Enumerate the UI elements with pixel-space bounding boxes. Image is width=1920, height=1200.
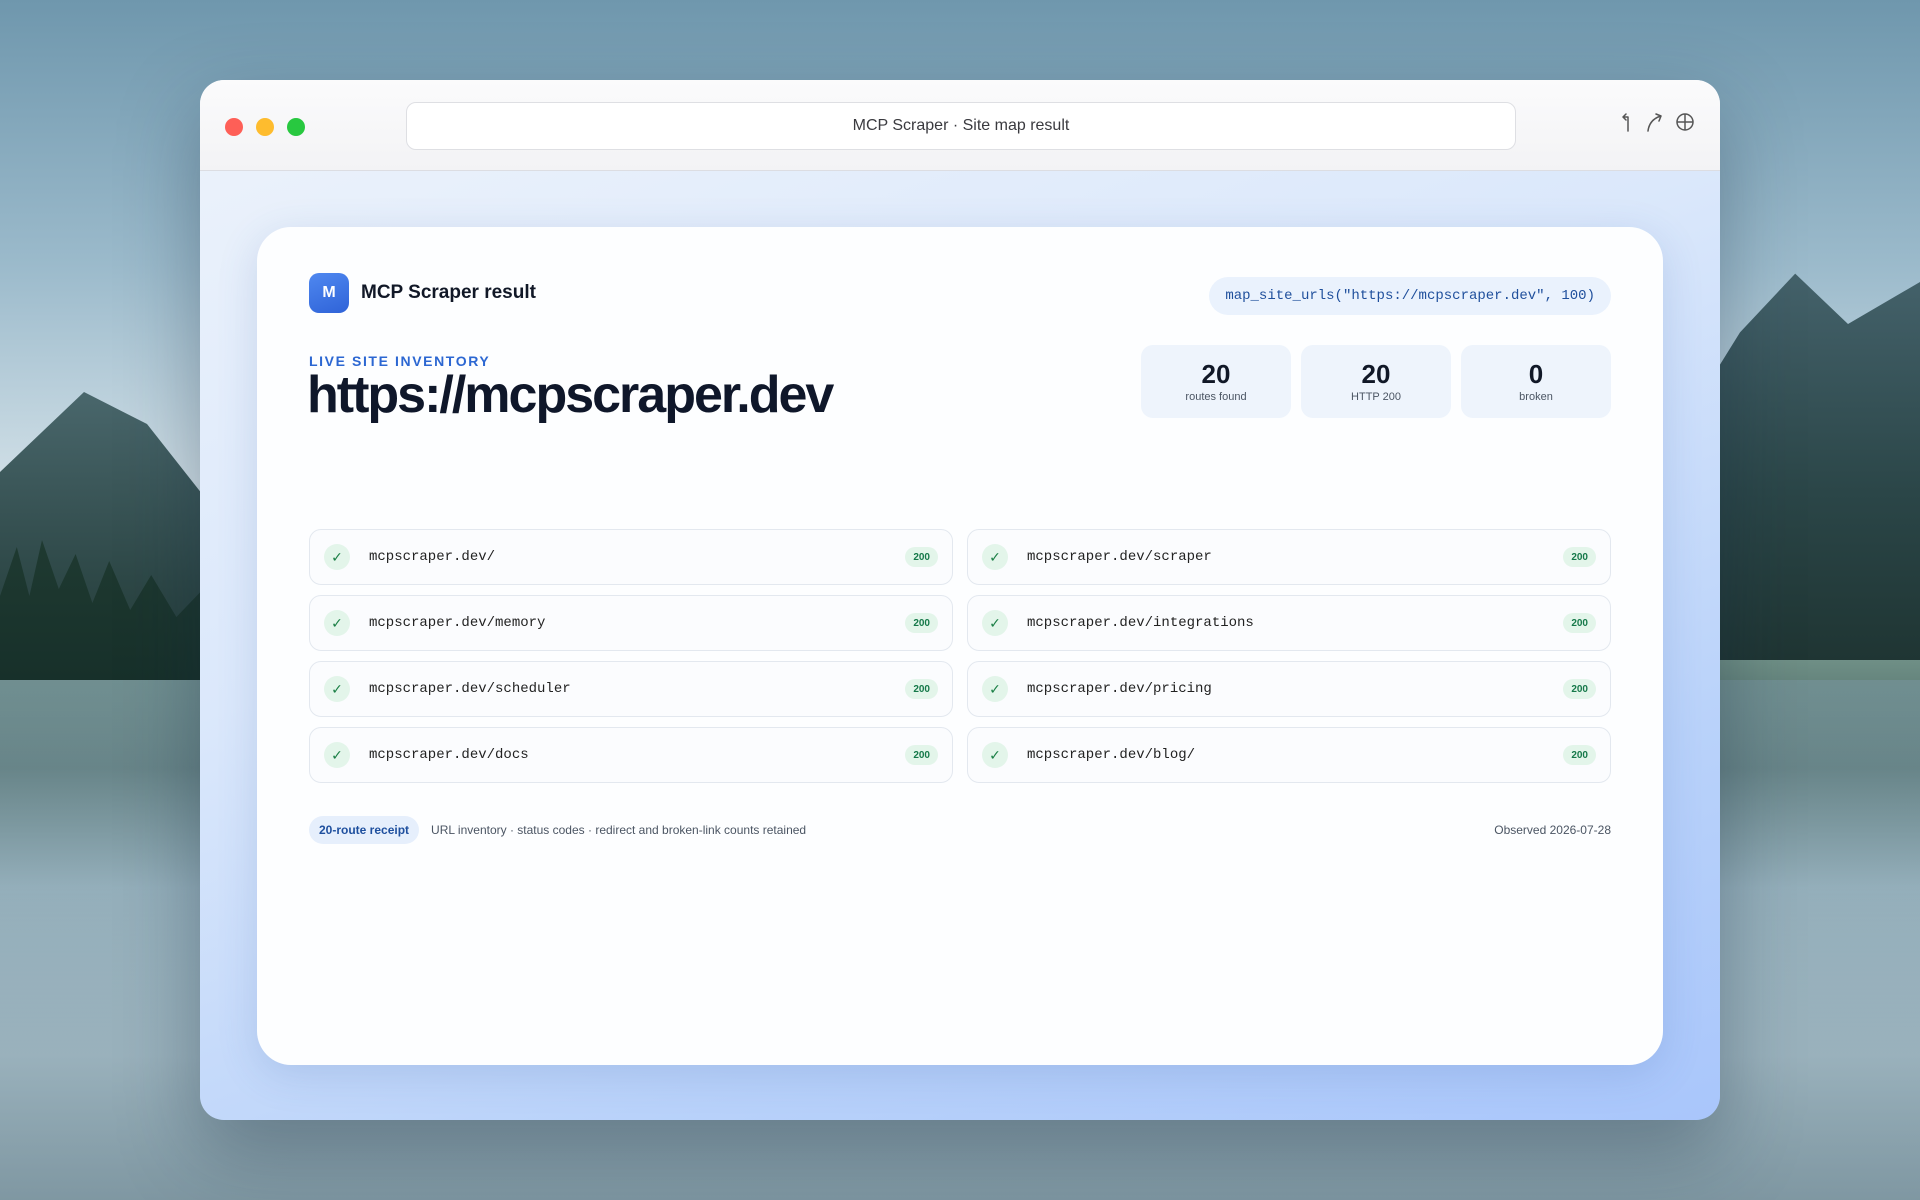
status-badge: 200 bbox=[1563, 745, 1596, 765]
route-url: mcpscraper.dev/blog/ bbox=[1027, 747, 1196, 763]
route-list: ✓ mcpscraper.dev/ 200 ✓ mcpscraper.dev/s… bbox=[309, 529, 1611, 783]
check-icon: ✓ bbox=[982, 676, 1008, 702]
toolbar-icons bbox=[1614, 110, 1696, 134]
browser-window: MCP Scraper · Site map result M MCP Scra… bbox=[200, 80, 1720, 1120]
globe-icon[interactable] bbox=[1674, 110, 1696, 134]
stat-routes-found: 20 routes found bbox=[1141, 345, 1291, 418]
route-row[interactable]: ✓ mcpscraper.dev/integrations 200 bbox=[967, 595, 1611, 651]
stat-value: 20 bbox=[1361, 359, 1391, 389]
status-badge: 200 bbox=[905, 745, 938, 765]
status-badge: 200 bbox=[905, 613, 938, 633]
site-url-title: https://mcpscraper.dev bbox=[307, 366, 834, 424]
stat-broken: 0 broken bbox=[1461, 345, 1611, 418]
observed-date: Observed 2026-07-28 bbox=[1494, 823, 1611, 837]
stat-http-200: 20 HTTP 200 bbox=[1301, 345, 1451, 418]
route-row[interactable]: ✓ mcpscraper.dev/blog/ 200 bbox=[967, 727, 1611, 783]
route-url: mcpscraper.dev/ bbox=[369, 549, 496, 565]
route-row[interactable]: ✓ mcpscraper.dev/scraper 200 bbox=[967, 529, 1611, 585]
check-icon: ✓ bbox=[324, 610, 350, 636]
route-row[interactable]: ✓ mcpscraper.dev/docs 200 bbox=[309, 727, 953, 783]
address-bar[interactable]: MCP Scraper · Site map result bbox=[406, 102, 1516, 150]
zoom-window-button[interactable] bbox=[287, 118, 305, 136]
app-logo: M bbox=[309, 273, 349, 313]
route-url: mcpscraper.dev/scheduler bbox=[369, 681, 571, 697]
route-url: mcpscraper.dev/docs bbox=[369, 747, 529, 763]
stat-label: HTTP 200 bbox=[1351, 391, 1401, 403]
close-window-button[interactable] bbox=[225, 118, 243, 136]
check-icon: ✓ bbox=[982, 544, 1008, 570]
route-row[interactable]: ✓ mcpscraper.dev/memory 200 bbox=[309, 595, 953, 651]
route-row[interactable]: ✓ mcpscraper.dev/scheduler 200 bbox=[309, 661, 953, 717]
title-bar: MCP Scraper · Site map result bbox=[200, 80, 1720, 171]
check-icon: ✓ bbox=[324, 544, 350, 570]
stat-label: broken bbox=[1519, 391, 1553, 403]
window-title: MCP Scraper · Site map result bbox=[852, 117, 1070, 134]
route-row[interactable]: ✓ mcpscraper.dev/pricing 200 bbox=[967, 661, 1611, 717]
back-arrow-icon[interactable] bbox=[1614, 110, 1636, 134]
footer-note: URL inventory · status codes · redirect … bbox=[431, 823, 807, 837]
receipt-chip: 20-route receipt bbox=[309, 816, 420, 844]
result-card: M MCP Scraper result map_site_urls("http… bbox=[257, 227, 1663, 1065]
route-url: mcpscraper.dev/integrations bbox=[1027, 615, 1254, 631]
check-icon: ✓ bbox=[982, 742, 1008, 768]
status-badge: 200 bbox=[1563, 613, 1596, 633]
check-icon: ✓ bbox=[324, 742, 350, 768]
route-url: mcpscraper.dev/memory bbox=[369, 615, 546, 631]
route-row[interactable]: ✓ mcpscraper.dev/ 200 bbox=[309, 529, 953, 585]
route-url: mcpscraper.dev/pricing bbox=[1027, 681, 1212, 697]
card-header: M MCP Scraper result bbox=[309, 273, 536, 313]
status-badge: 200 bbox=[1563, 679, 1596, 699]
check-icon: ✓ bbox=[324, 676, 350, 702]
status-badge: 200 bbox=[1563, 547, 1596, 567]
status-badge: 200 bbox=[905, 679, 938, 699]
minimize-window-button[interactable] bbox=[256, 118, 274, 136]
stat-value: 0 bbox=[1528, 359, 1544, 389]
stat-label: routes found bbox=[1185, 391, 1247, 403]
stats-row: 20 routes found 20 HTTP 200 0 broken bbox=[1141, 345, 1611, 418]
check-icon: ✓ bbox=[982, 610, 1008, 636]
route-url: mcpscraper.dev/scraper bbox=[1027, 549, 1212, 565]
share-arrow-icon[interactable] bbox=[1644, 110, 1666, 134]
stat-value: 20 bbox=[1201, 359, 1231, 389]
status-badge: 200 bbox=[905, 547, 938, 567]
card-footer: 20-route receipt URL inventory · status … bbox=[309, 815, 1611, 845]
app-name: MCP Scraper result bbox=[361, 282, 536, 303]
tool-call-chip: map_site_urls("https://mcpscraper.dev", … bbox=[1209, 277, 1611, 315]
